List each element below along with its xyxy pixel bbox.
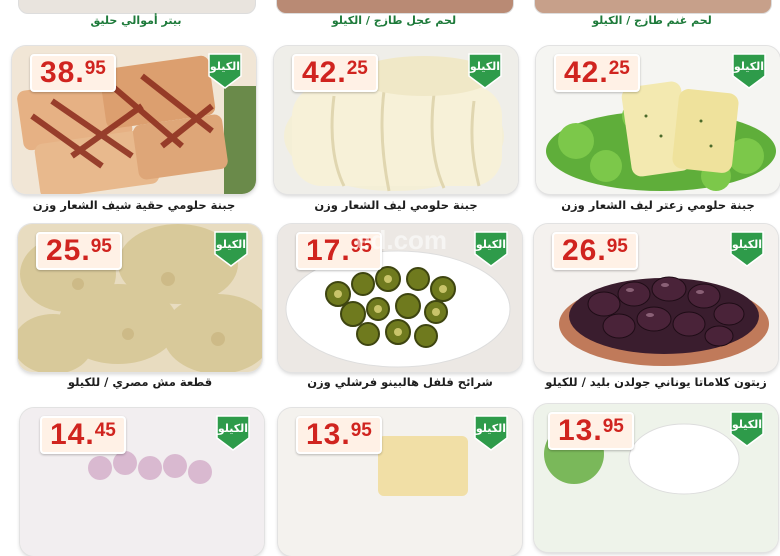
- price-fraction: 25: [608, 58, 630, 79]
- price-fraction: 95: [606, 236, 628, 257]
- unit-badge: الكيلو: [472, 230, 510, 268]
- price-tag: 13.95: [548, 412, 634, 450]
- product-caption: جبنة حلومي ليف الشعار وزن: [314, 198, 478, 212]
- unit-label: الكيلو: [469, 60, 501, 73]
- unit-label: الكيلو: [733, 60, 765, 73]
- unit-label: الكيلو: [475, 422, 507, 435]
- unit-badge: الكيلو: [472, 414, 510, 452]
- product-caption: شرائح فلفل هالبينو فرشلي وزن: [307, 375, 493, 389]
- price-tag: 26.95: [552, 232, 638, 270]
- unit-badge: الكيلو: [206, 52, 244, 90]
- price-fraction: 95: [350, 420, 372, 441]
- unit-badge: الكيلو: [728, 230, 766, 268]
- offers-page: بيتر أموالي حليق لحم عجل طازج / الكيلو ل…: [0, 0, 780, 556]
- price-fraction: 95: [602, 416, 624, 437]
- unit-label: الكيلو: [731, 238, 763, 251]
- product-caption: جبنة حلومي زعتر ليف الشعار وزن: [561, 198, 755, 212]
- product-caption: زيتون كلاماتا يوناني جولدن بليد / للكيلو: [545, 375, 767, 389]
- price-fraction: 45: [94, 420, 116, 441]
- top-card-2: [276, 0, 514, 14]
- product-caption: جبنة حلومي حقية شيف الشعار وزن: [32, 198, 236, 212]
- top-card-1: [18, 0, 256, 14]
- watermark-text: ed.com: [356, 225, 448, 255]
- unit-label: الكيلو: [215, 238, 247, 251]
- price-tag: 38.95: [30, 54, 116, 92]
- unit-badge: الكيلو: [212, 230, 250, 268]
- product-card-row3-3[interactable]: 13.95 الكيلو: [534, 404, 778, 552]
- price-main: 38.: [40, 56, 85, 89]
- price-main: 13.: [558, 414, 603, 447]
- price-main: 26.: [562, 234, 607, 267]
- product-caption: قطعة مش مصري / للكيلو: [67, 375, 213, 389]
- product-card-row3-2[interactable]: 13.95 الكيلو: [278, 408, 522, 556]
- top-label-1: بيتر أموالي حليق: [90, 14, 182, 27]
- price-tag: 42.25: [554, 54, 640, 92]
- price-tag: 13.95: [296, 416, 382, 454]
- unit-label: الكيلو: [209, 60, 241, 73]
- unit-label: الكيلو: [731, 418, 763, 431]
- product-card-mish[interactable]: 25.95 الكيلو: [18, 224, 262, 372]
- price-main: 17.: [306, 234, 351, 267]
- price-fraction: 95: [90, 236, 112, 257]
- unit-label: الكيلو: [217, 422, 249, 435]
- product-card-halloumi-light[interactable]: 42.25 الكيلو: [274, 46, 518, 194]
- product-card-row3-1[interactable]: 14.45 الكيلو: [20, 408, 264, 556]
- unit-badge: الكيلو: [730, 52, 768, 90]
- price-main: 14.: [50, 418, 95, 451]
- product-card-kalamata[interactable]: 26.95 الكيلو: [534, 224, 778, 372]
- price-fraction: 25: [346, 58, 368, 79]
- unit-label: الكيلو: [475, 238, 507, 251]
- price-tag: 25.95: [36, 232, 122, 270]
- top-card-3: [534, 0, 772, 14]
- price-tag: 42.25: [292, 54, 378, 92]
- price-main: 13.: [306, 418, 351, 451]
- price-main: 42.: [564, 56, 609, 89]
- price-tag: 14.45: [40, 416, 126, 454]
- price-main: 25.: [46, 234, 91, 267]
- unit-badge: الكيلو: [466, 52, 504, 90]
- product-card-halloumi-grill[interactable]: 38.95 الكيلو: [12, 46, 256, 194]
- unit-badge: الكيلو: [214, 414, 252, 452]
- unit-badge: الكيلو: [728, 410, 766, 448]
- top-label-3: لحم غنم طازج / الكيلو: [592, 14, 712, 27]
- price-fraction: 95: [84, 58, 106, 79]
- top-label-2: لحم عجل طازج / الكيلو: [331, 14, 457, 27]
- price-main: 42.: [302, 56, 347, 89]
- product-card-halloumi-zaatar[interactable]: 42.25 الكيلو: [536, 46, 780, 194]
